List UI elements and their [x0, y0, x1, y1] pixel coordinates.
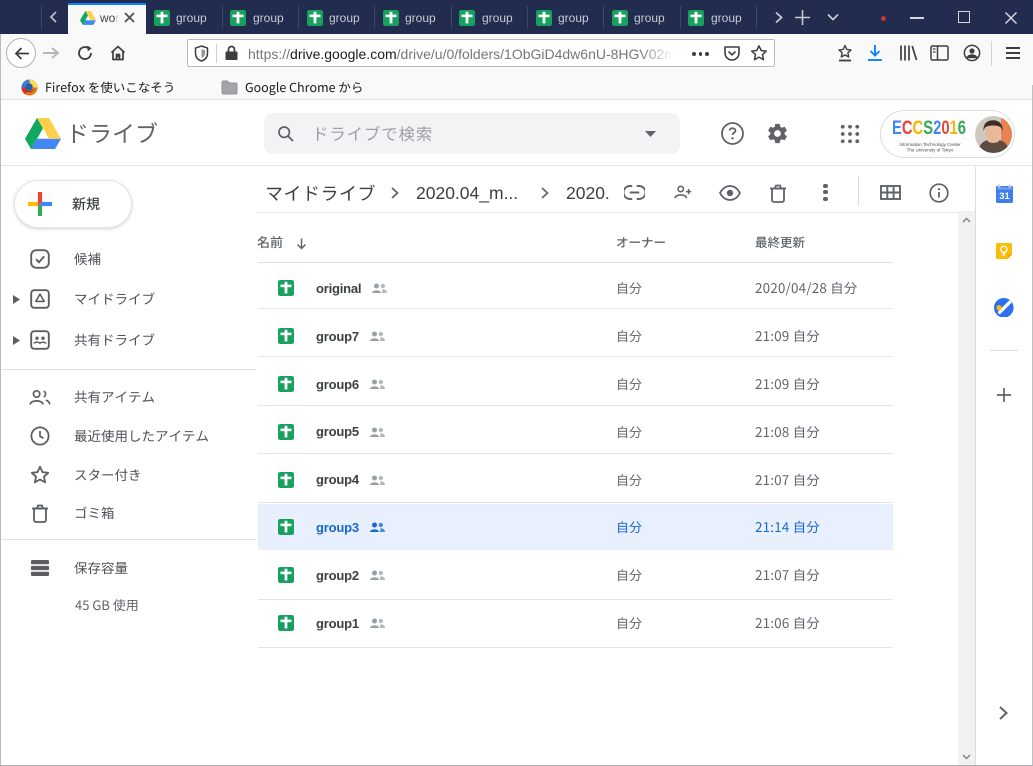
svg-text:31: 31: [999, 191, 1010, 202]
svg-text:ECCS2016: ECCS2016: [892, 117, 966, 139]
